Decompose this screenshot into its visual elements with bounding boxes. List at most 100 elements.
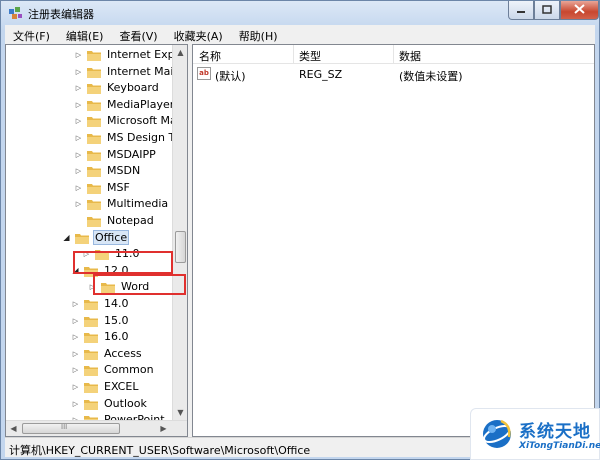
- expand-arrow-icon[interactable]: ▷: [74, 51, 83, 59]
- value-name: (默认): [215, 70, 246, 83]
- folder-icon: [84, 331, 98, 343]
- watermark-cn: 系统天地: [519, 422, 591, 442]
- scroll-left-icon[interactable]: ◀: [6, 421, 21, 436]
- column-header-data[interactable]: 数据: [399, 48, 421, 64]
- expand-arrow-icon[interactable]: ▷: [71, 400, 80, 408]
- expand-arrow-icon[interactable]: ▷: [71, 350, 80, 358]
- menu-help[interactable]: 帮助(H): [231, 25, 286, 44]
- highlight-box-word: [93, 274, 186, 295]
- folder-icon: [87, 49, 101, 61]
- registry-tree-pane[interactable]: ▷ Internet Explor ▷ Internet Mail a ▷ Keyboar…: [5, 44, 188, 437]
- tree-node[interactable]: ▷ Internet Explor: [74, 46, 187, 63]
- folder-icon: [75, 232, 89, 244]
- string-value-icon: ab: [197, 67, 211, 80]
- expand-arrow-icon[interactable]: ▷: [74, 117, 83, 125]
- tree-node[interactable]: ▷ Common: [71, 361, 156, 378]
- menu-bar: 文件(F) 编辑(E) 查看(V) 收藏夹(A) 帮助(H): [5, 25, 595, 44]
- tree-node[interactable]: ▷ MSF: [74, 179, 132, 196]
- column-divider[interactable]: [293, 45, 294, 64]
- minimize-icon: [516, 4, 526, 17]
- expand-arrow-icon[interactable]: ▷: [71, 383, 80, 391]
- expand-arrow-icon[interactable]: ▷: [74, 200, 83, 208]
- minimize-button[interactable]: [508, 1, 534, 20]
- tree-vertical-scrollbar[interactable]: ▲ ▼: [172, 45, 187, 420]
- tree-node[interactable]: Notepad: [74, 212, 156, 229]
- scroll-up-icon[interactable]: ▲: [173, 45, 187, 60]
- expand-arrow-icon[interactable]: ▷: [71, 317, 80, 325]
- maximize-button[interactable]: [534, 1, 560, 20]
- expand-arrow-icon[interactable]: ▷: [71, 366, 80, 374]
- tree-node[interactable]: ▷ MediaPlayer: [74, 96, 176, 113]
- column-header-type[interactable]: 类型: [299, 48, 321, 64]
- list-item[interactable]: ab (默认) REG_SZ (数值未设置): [193, 66, 594, 83]
- tree-node[interactable]: ▷ Multimedia: [74, 195, 170, 212]
- folder-icon: [87, 99, 101, 111]
- folder-icon: [84, 381, 98, 393]
- tree-node[interactable]: ▷ Outlook: [71, 395, 149, 412]
- expand-arrow-icon[interactable]: ▷: [74, 151, 83, 159]
- column-divider[interactable]: [393, 45, 394, 64]
- expand-arrow-icon[interactable]: ▷: [74, 101, 83, 109]
- vertical-scroll-thumb[interactable]: [175, 231, 186, 263]
- tree-node[interactable]: ▷ Microsoft Mar: [74, 112, 183, 129]
- tree-node-label: 14.0: [104, 297, 129, 310]
- expand-arrow-icon[interactable]: ▷: [74, 184, 83, 192]
- folder-icon: [87, 66, 101, 78]
- scroll-right-icon[interactable]: ▶: [156, 421, 171, 436]
- folder-icon: [84, 298, 98, 310]
- menu-view[interactable]: 查看(V): [111, 25, 165, 44]
- tree-node-label: Multimedia: [107, 197, 169, 210]
- column-header-name[interactable]: 名称: [199, 48, 221, 64]
- tree-node[interactable]: ◢ Office: [62, 229, 130, 246]
- expand-arrow-icon[interactable]: ▷: [71, 333, 80, 341]
- tree-horizontal-scrollbar[interactable]: ◀ III ▶: [6, 420, 187, 436]
- folder-icon: [87, 149, 101, 161]
- tree-node[interactable]: ▷ Internet Mail a: [74, 63, 187, 80]
- collapse-arrow-icon[interactable]: ◢: [62, 233, 71, 242]
- tree-node[interactable]: ▷ 14.0: [71, 295, 131, 312]
- tree-node[interactable]: ▷ MSDN: [74, 162, 142, 179]
- tree-node[interactable]: ▷ 15.0: [71, 312, 131, 329]
- values-list-pane[interactable]: 名称 类型 数据 ab (默认) REG_SZ (数值未设置): [192, 44, 595, 437]
- tree-node-label: Outlook: [104, 397, 147, 410]
- tree-node-label: MSDAIPP: [107, 148, 156, 161]
- maximize-icon: [542, 4, 552, 17]
- menu-favorites[interactable]: 收藏夹(A): [166, 25, 231, 44]
- tree-node-label: Keyboard: [107, 81, 159, 94]
- scroll-down-icon[interactable]: ▼: [173, 405, 187, 420]
- expand-arrow-icon[interactable]: ▷: [74, 134, 83, 142]
- tree-node-label: Office: [93, 230, 130, 245]
- tree-node[interactable]: ▷ 16.0: [71, 328, 131, 345]
- folder-icon: [87, 115, 101, 127]
- highlight-box-12-0: [73, 251, 173, 274]
- folder-icon: [84, 315, 98, 327]
- tree-node[interactable]: ▷ MS Design Toc: [74, 129, 187, 146]
- tree-node[interactable]: ▷ EXCEL: [71, 378, 140, 395]
- window-title: 注册表编辑器: [28, 8, 94, 21]
- menu-file[interactable]: 文件(F): [5, 25, 58, 44]
- menu-edit[interactable]: 编辑(E): [58, 25, 112, 44]
- tree-node-label: EXCEL: [104, 380, 139, 393]
- expand-arrow-icon[interactable]: ▷: [71, 300, 80, 308]
- globe-logo-icon: [479, 417, 515, 451]
- folder-icon: [87, 198, 101, 210]
- close-button[interactable]: [560, 1, 599, 20]
- expand-arrow-icon[interactable]: ▷: [74, 84, 83, 92]
- tree-node-label: 16.0: [104, 330, 129, 343]
- tree-node[interactable]: ▷ Access: [71, 345, 144, 362]
- tree-node-label: MSF: [107, 181, 130, 194]
- expand-arrow-icon[interactable]: ▷: [74, 68, 83, 76]
- title-bar[interactable]: 注册表编辑器: [1, 1, 599, 25]
- client-area: ▷ Internet Explor ▷ Internet Mail a ▷ Keyboar…: [5, 44, 595, 437]
- watermark-logo: 系统天地 XiTongTianDi.net: [470, 408, 600, 460]
- folder-icon: [87, 82, 101, 94]
- folder-icon: [87, 165, 101, 177]
- tree-node[interactable]: ▷ Keyboard: [74, 79, 161, 96]
- folder-icon: [84, 348, 98, 360]
- tree-node-label: MediaPlayer: [107, 98, 175, 111]
- folder-icon: [87, 215, 101, 227]
- folder-icon: [87, 182, 101, 194]
- horizontal-scroll-thumb[interactable]: III: [22, 423, 120, 434]
- tree-node[interactable]: ▷ MSDAIPP: [74, 146, 158, 163]
- expand-arrow-icon[interactable]: ▷: [74, 167, 83, 175]
